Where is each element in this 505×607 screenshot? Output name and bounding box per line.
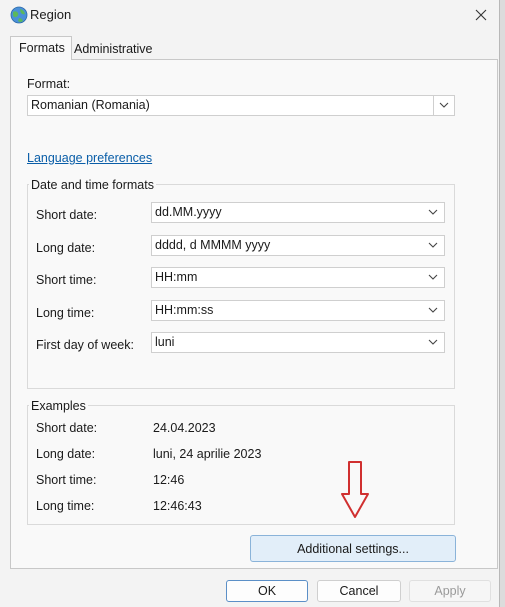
language-preferences-link[interactable]: Language preferences (27, 151, 152, 165)
tab-administrative[interactable]: Administrative (66, 38, 166, 60)
close-icon (475, 9, 487, 21)
long-date-label: Long date: (36, 241, 96, 255)
close-button[interactable] (466, 2, 496, 28)
examples-title: Examples (29, 399, 88, 413)
format-dropdown-toggle[interactable] (433, 96, 454, 115)
chevron-down-icon (428, 274, 438, 280)
date-time-formats-title: Date and time formats (29, 178, 156, 192)
format-value: Romanian (Romania) (31, 98, 150, 112)
example-long-time-value: 12:46:43 (153, 499, 202, 513)
chevron-down-icon (439, 102, 449, 108)
first-day-of-week-value: luni (155, 335, 175, 349)
example-long-date-label: Long date: (36, 447, 96, 461)
short-time-dropdown[interactable]: HH:mm (151, 267, 445, 288)
format-dropdown[interactable]: Romanian (Romania) (27, 95, 455, 116)
long-date-value: dddd, d MMMM yyyy (155, 238, 271, 252)
chevron-down-icon (428, 339, 438, 345)
long-time-value: HH:mm:ss (155, 303, 214, 317)
example-short-date-label: Short date: (36, 421, 98, 435)
long-time-dropdown[interactable]: HH:mm:ss (151, 300, 445, 321)
short-date-dropdown[interactable]: dd.MM.yyyy (151, 202, 445, 223)
title-bar: Region (0, 0, 499, 30)
example-short-time-label: Short time: (36, 473, 97, 487)
short-date-label: Short date: (36, 208, 98, 222)
arrow-down-icon (341, 461, 369, 518)
tab-formats[interactable]: Formats (10, 36, 72, 60)
apply-button[interactable]: Apply (409, 580, 491, 602)
additional-settings-button[interactable]: Additional settings... (250, 535, 456, 562)
first-day-of-week-dropdown[interactable]: luni (151, 332, 445, 353)
example-short-date-value: 24.04.2023 (153, 421, 216, 435)
first-day-of-week-label: First day of week: (36, 338, 134, 352)
chevron-down-icon (428, 307, 438, 313)
ok-button[interactable]: OK (226, 580, 308, 602)
short-time-label: Short time: (36, 273, 97, 287)
example-long-time-label: Long time: (36, 499, 95, 513)
window-title: Region (30, 7, 72, 22)
format-label: Format: (27, 77, 71, 91)
chevron-down-icon (428, 242, 438, 248)
globe-icon (10, 6, 28, 24)
formats-panel: Format: Romanian (Romania) Language pref… (10, 59, 498, 569)
region-dialog: Region Formats Administrative Format: Ro… (0, 0, 500, 607)
example-long-date-value: luni, 24 aprilie 2023 (153, 447, 262, 461)
chevron-down-icon (428, 209, 438, 215)
short-date-value: dd.MM.yyyy (155, 205, 222, 219)
short-time-value: HH:mm (155, 270, 198, 284)
long-time-label: Long time: (36, 306, 95, 320)
example-short-time-value: 12:46 (153, 473, 185, 487)
cancel-button[interactable]: Cancel (317, 580, 401, 602)
long-date-dropdown[interactable]: dddd, d MMMM yyyy (151, 235, 445, 256)
